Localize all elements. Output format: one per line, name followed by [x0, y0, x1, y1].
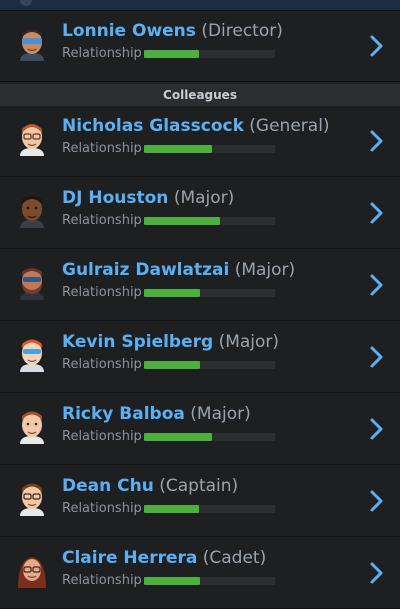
- relationship-label: Relationship: [62, 573, 142, 588]
- supervisor-row[interactable]: Lonnie Owens (Director) Relationship: [0, 11, 400, 82]
- relationship-bar: [144, 50, 275, 58]
- chevron-right-icon[interactable]: [366, 33, 386, 59]
- section-header: Colleagues: [0, 84, 400, 106]
- colleague-name: Lonnie Owens: [62, 21, 196, 41]
- colleague-name: Claire Herrera: [62, 548, 198, 568]
- relationship-label: Relationship: [62, 357, 142, 372]
- colleague-name-line: Dean Chu (Captain): [62, 475, 352, 497]
- relationship-label: Relationship: [62, 213, 142, 228]
- colleague-name: Gulraiz Dawlatzai: [62, 260, 230, 280]
- relationship-bar-fill: [144, 433, 213, 441]
- relationship-bar-fill: [144, 145, 213, 153]
- top-bar: [0, 0, 400, 11]
- colleague-name-line: Nicholas Glasscock (General): [62, 115, 352, 137]
- relationship-bar-fill: [144, 505, 200, 513]
- colleague-row[interactable]: Ricky Balboa (Major) Relationship: [0, 394, 400, 465]
- relationship-bar-fill: [144, 50, 200, 58]
- colleague-name-line: Gulraiz Dawlatzai (Major): [62, 259, 352, 281]
- colleague-row[interactable]: DJ Houston (Major) Relationship: [0, 178, 400, 249]
- colleague-row[interactable]: Gulraiz Dawlatzai (Major) Relationship: [0, 250, 400, 321]
- colleague-name: Nicholas Glasscock: [62, 116, 244, 136]
- relationship-bar-fill: [144, 217, 220, 225]
- relationship-bar: [144, 361, 275, 369]
- relationship-bar: [144, 217, 275, 225]
- man-avatar-sunglasses-icon: [20, 339, 44, 372]
- relationship-label: Relationship: [62, 46, 142, 61]
- colleague-name-line: Lonnie Owens (Director): [62, 20, 352, 42]
- colleague-role: (Major): [173, 188, 235, 208]
- relationship-bar-fill: [144, 289, 201, 297]
- relationship-bar: [144, 577, 275, 585]
- colleague-row[interactable]: Dean Chu (Captain) Relationship: [0, 466, 400, 537]
- colleague-role: (Director): [201, 21, 283, 41]
- colleague-role: (Captain): [159, 476, 239, 496]
- man-avatar-glasses-icon: [20, 483, 44, 516]
- relationship-bar: [144, 505, 275, 513]
- colleague-row[interactable]: Nicholas Glasscock (General) Relationshi…: [0, 106, 400, 177]
- colleague-name: Kevin Spielberg: [62, 332, 214, 352]
- relationship-bar-fill: [144, 577, 201, 585]
- colleague-name-line: DJ Houston (Major): [62, 187, 352, 209]
- colleague-role: (Major): [234, 260, 296, 280]
- colleague-name: Ricky Balboa: [62, 404, 185, 424]
- colleague-name-line: Kevin Spielberg (Major): [62, 331, 352, 353]
- colleague-name-line: Ricky Balboa (Major): [62, 403, 352, 425]
- relationship-label: Relationship: [62, 285, 142, 300]
- colleague-role: (Cadet): [202, 548, 267, 568]
- chevron-right-icon[interactable]: [366, 128, 386, 154]
- colleague-name: Dean Chu: [62, 476, 154, 496]
- relationship-bar: [144, 433, 275, 441]
- relationship-bar: [144, 145, 275, 153]
- chevron-right-icon[interactable]: [366, 488, 386, 514]
- relationship-label: Relationship: [62, 429, 142, 444]
- colleague-role: (General): [249, 116, 330, 136]
- man-avatar-dark-skin-icon: [20, 196, 44, 228]
- man-avatar-glasses-icon: [20, 124, 44, 156]
- relationship-bar-fill: [144, 361, 201, 369]
- relationship-label: Relationship: [62, 501, 142, 516]
- woman-avatar-glasses-icon: [18, 557, 46, 588]
- chevron-right-icon[interactable]: [366, 416, 386, 442]
- man-avatar-beard-sunglasses-icon: [20, 268, 44, 300]
- man-avatar-sunglasses-icon: [20, 29, 44, 61]
- relationship-label: Relationship: [62, 141, 142, 156]
- colleague-row[interactable]: Kevin Spielberg (Major) Relationship: [0, 322, 400, 393]
- man-avatar-icon: [20, 411, 44, 444]
- colleague-name-line: Claire Herrera (Cadet): [62, 547, 352, 569]
- chevron-right-icon[interactable]: [366, 200, 386, 226]
- colleague-name: DJ Houston: [62, 188, 169, 208]
- relationship-bar: [144, 289, 275, 297]
- chevron-right-icon[interactable]: [366, 344, 386, 370]
- header-icon: [20, 0, 32, 6]
- colleague-role: (Major): [190, 404, 251, 424]
- chevron-right-icon[interactable]: [366, 560, 386, 586]
- colleague-row[interactable]: Claire Herrera (Cadet) Relationship: [0, 538, 400, 609]
- colleague-role: (Major): [218, 332, 280, 352]
- chevron-right-icon[interactable]: [366, 272, 386, 298]
